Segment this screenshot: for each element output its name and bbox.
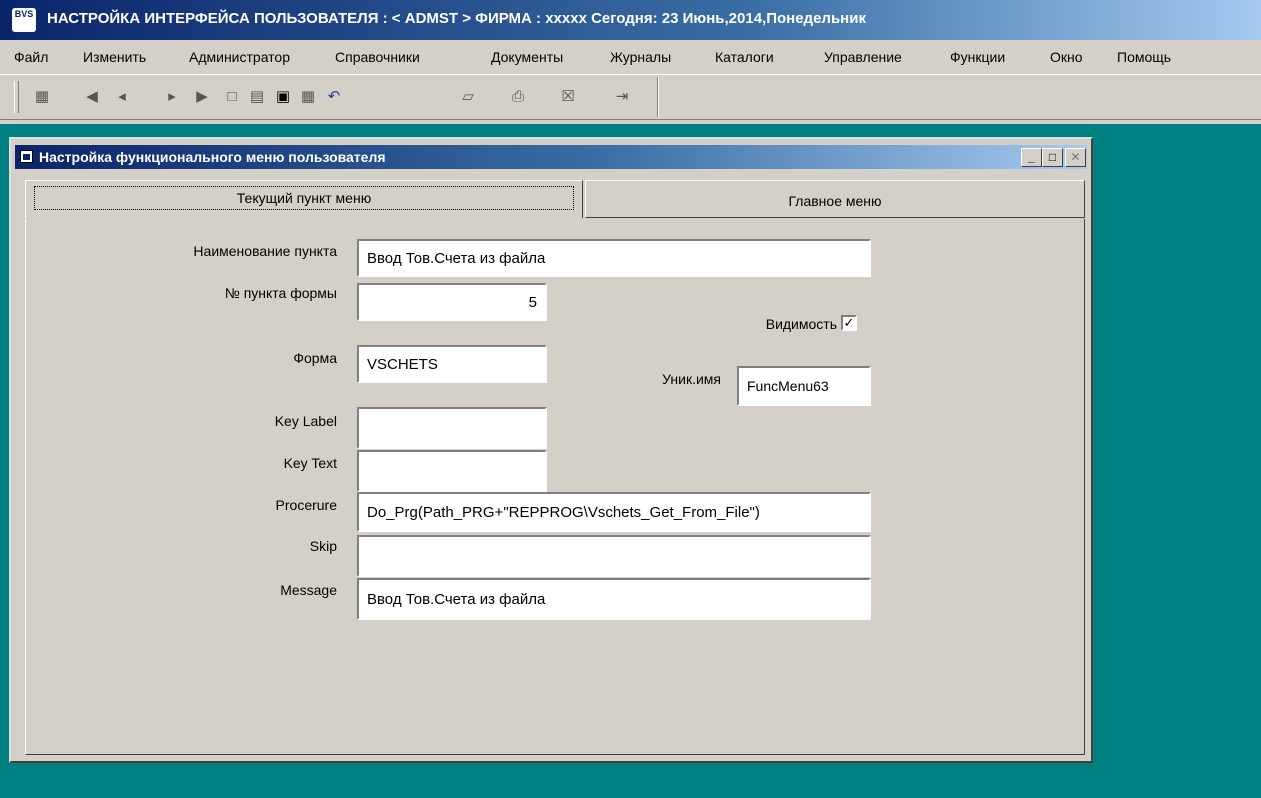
tab-current-label: Текущий пункт меню — [34, 186, 574, 210]
network-icon[interactable]: ▱ — [456, 85, 480, 109]
menu-administrator[interactable]: Администратор — [189, 49, 290, 65]
menu-edit[interactable]: Изменить — [83, 49, 146, 65]
edit-icon[interactable]: ▤ — [245, 85, 269, 109]
menu-references[interactable]: Справочники — [335, 49, 420, 65]
app-title-bar: BVS НАСТРОЙКА ИНТЕРФЕЙСА ПОЛЬЗОВАТЕЛЯ : … — [0, 0, 1261, 40]
message-label: Message — [280, 582, 337, 598]
first-record-icon[interactable]: ◀ — [80, 85, 104, 109]
window-icon — [20, 150, 33, 163]
form-field[interactable] — [357, 345, 547, 383]
menu-help[interactable]: Помощь — [1117, 49, 1171, 65]
exit-icon[interactable]: ⇥ — [610, 85, 634, 109]
excel-icon[interactable]: ☒ — [556, 85, 580, 109]
procedure-field[interactable] — [357, 492, 871, 532]
users-icon[interactable]: ▦ — [30, 85, 54, 109]
skip-field[interactable] — [357, 535, 871, 577]
close-button[interactable]: ✕ — [1065, 148, 1086, 167]
toolbar-separator — [657, 77, 659, 117]
child-window-title: Настройка функционального меню пользоват… — [39, 149, 386, 165]
form-label: Форма — [293, 350, 337, 366]
prev-record-icon[interactable]: ◂ — [110, 85, 134, 109]
visibility-label: Видимость — [765, 316, 837, 332]
maximize-button[interactable]: □ — [1042, 148, 1063, 167]
form-item-no-field[interactable] — [357, 283, 547, 321]
menu-journals[interactable]: Журналы — [610, 49, 671, 65]
item-name-field[interactable] — [357, 239, 871, 277]
unique-name-label: Уник.имя — [662, 371, 721, 387]
menu-functions[interactable]: Функции — [950, 49, 1005, 65]
save-icon[interactable]: ▣ — [271, 85, 295, 109]
toolbar-grip[interactable] — [14, 81, 19, 113]
menu-catalogs[interactable]: Каталоги — [715, 49, 774, 65]
message-field[interactable] — [357, 578, 871, 620]
menubar: Файл Изменить Администратор Справочники … — [0, 42, 1261, 72]
menu-management[interactable]: Управление — [824, 49, 902, 65]
menu-window[interactable]: Окно — [1050, 49, 1083, 65]
tab-current-item[interactable]: Текущий пункт меню — [25, 180, 583, 218]
skip-label: Skip — [309, 538, 337, 554]
form-item-no-label: № пункта формы — [224, 285, 337, 301]
tab-main-menu[interactable]: Главное меню — [585, 180, 1085, 218]
unique-name-field[interactable] — [737, 366, 871, 406]
menu-file[interactable]: Файл — [14, 49, 48, 65]
next-record-icon[interactable]: ▸ — [160, 85, 184, 109]
item-name-label: Наименование пункта — [193, 243, 337, 259]
visibility-checkbox[interactable]: ✓ — [841, 315, 857, 331]
key-label-label: Key Label — [274, 413, 337, 429]
new-document-icon[interactable]: □ — [220, 85, 244, 109]
undo-icon[interactable]: ↶ — [322, 85, 346, 109]
print-icon[interactable]: ⎙ — [506, 85, 530, 109]
menu-documents[interactable]: Документы — [491, 49, 563, 65]
app-logo-icon: BVS — [12, 8, 36, 32]
last-record-icon[interactable]: ▶ — [190, 85, 214, 109]
key-label-field[interactable] — [357, 407, 547, 449]
key-text-field[interactable] — [357, 450, 547, 492]
child-window: Настройка функционального меню пользоват… — [9, 137, 1093, 763]
minimize-button[interactable]: _ — [1021, 148, 1042, 167]
procedure-label: Procerure — [275, 497, 337, 513]
find-icon[interactable]: ▦ — [296, 85, 320, 109]
child-title-bar[interactable]: Настройка функционального меню пользоват… — [15, 145, 1087, 169]
key-text-label: Key Text — [283, 455, 337, 471]
tab-main-label: Главное меню — [788, 193, 882, 209]
toolbar: ▦ ◀ ◂ ▸ ▶ □ ▤ ▣ ▦ ↶ ▱ ⎙ ☒ ⇥ — [0, 74, 1261, 120]
app-title: НАСТРОЙКА ИНТЕРФЕЙСА ПОЛЬЗОВАТЕЛЯ : < AD… — [47, 10, 866, 27]
